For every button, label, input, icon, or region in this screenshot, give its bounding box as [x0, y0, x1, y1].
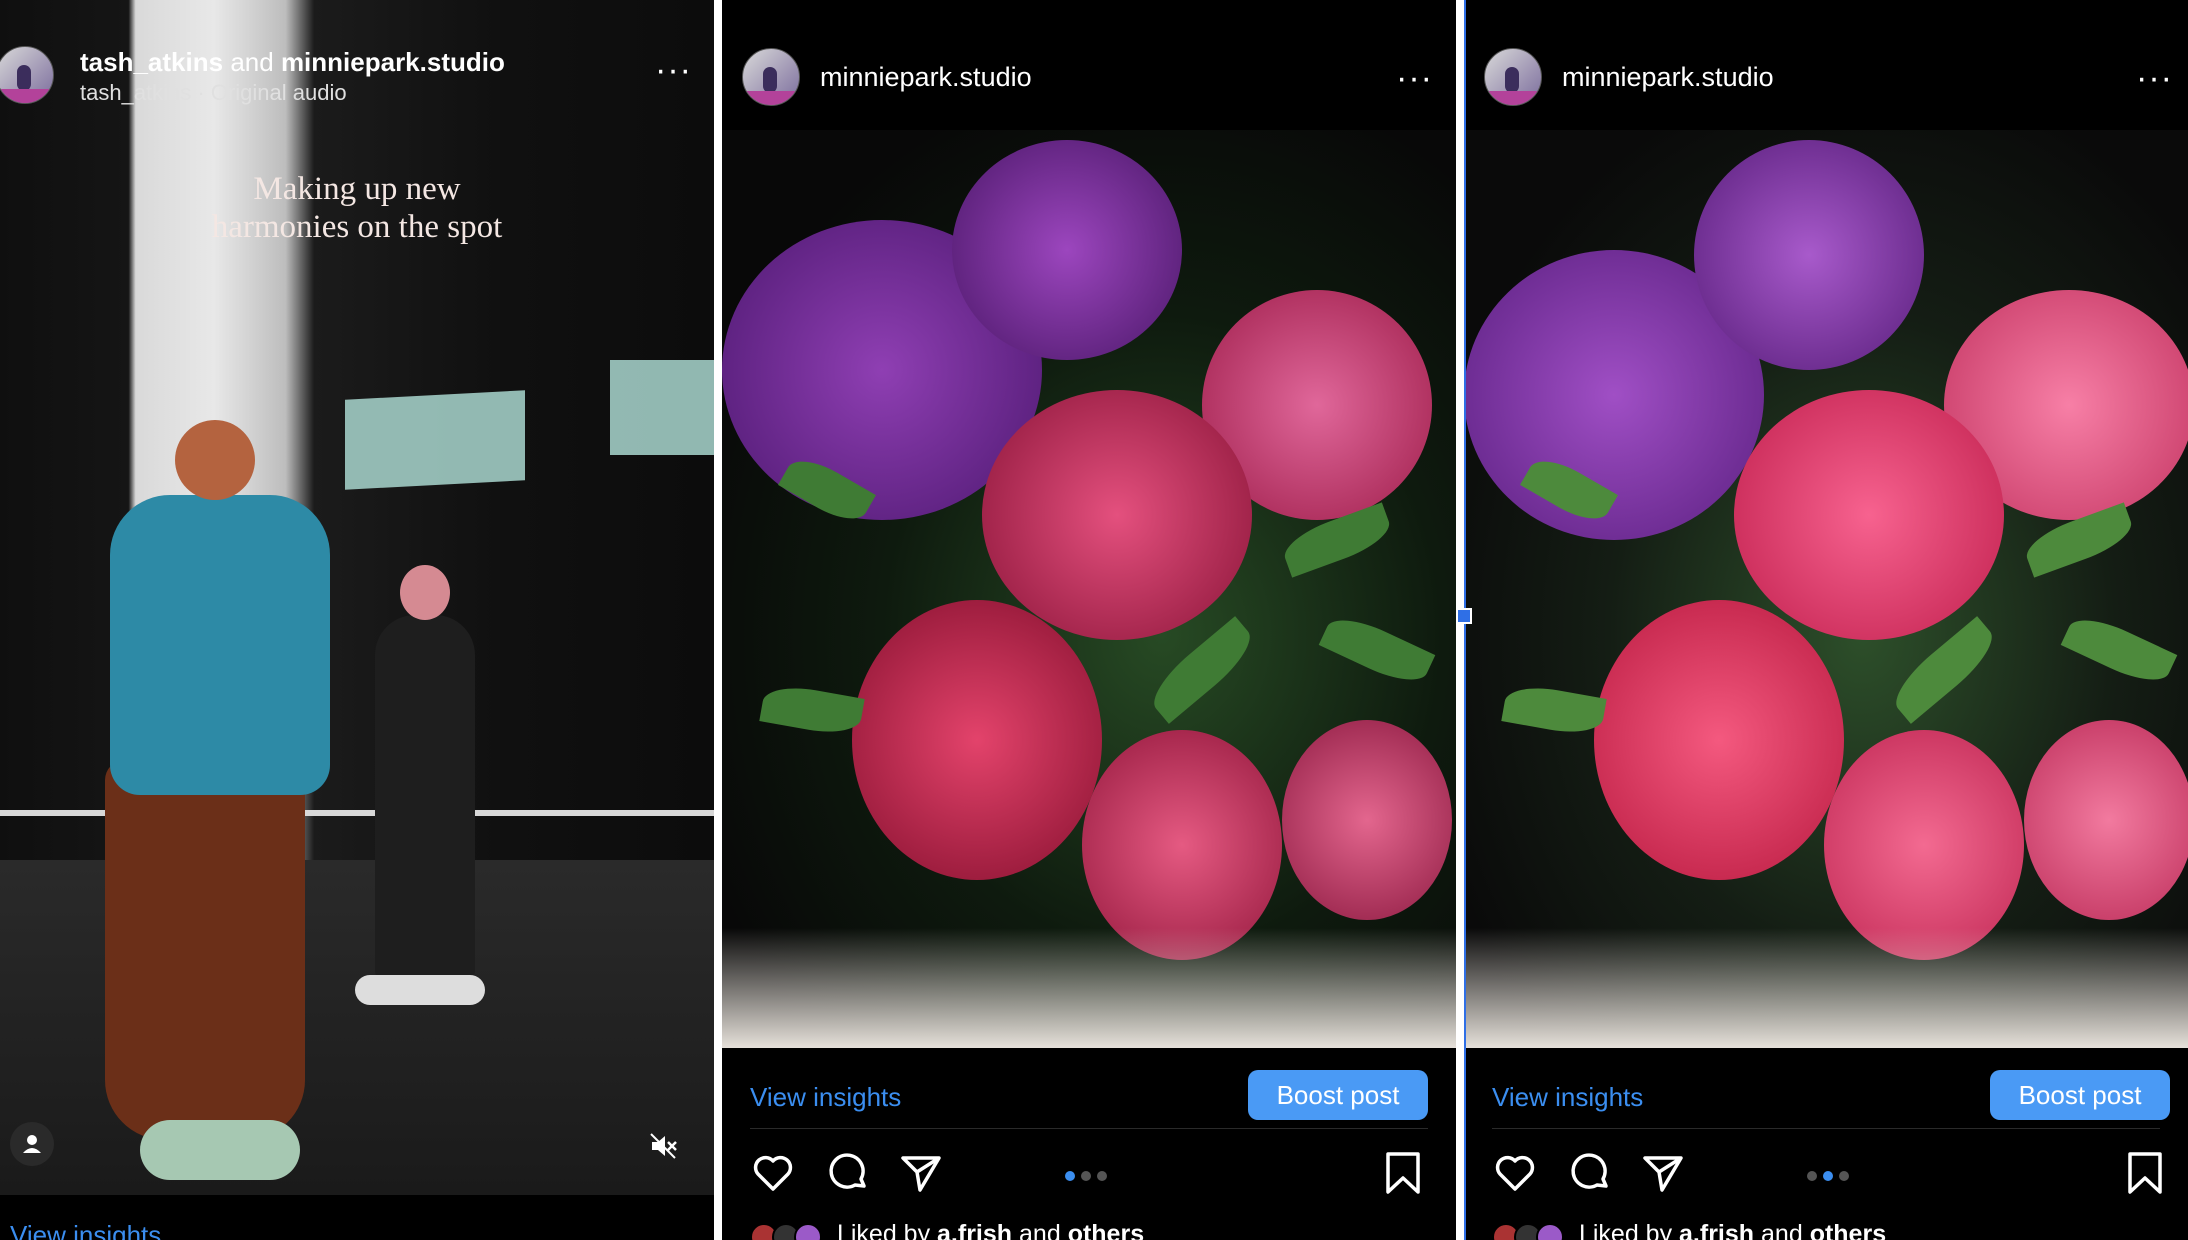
avatar[interactable] — [0, 46, 54, 104]
post-photo[interactable] — [1464, 130, 2188, 1048]
share-icon[interactable] — [898, 1150, 944, 1196]
reel-usernames[interactable]: tash_atkins and minniepark.studio — [80, 47, 505, 78]
heart-icon[interactable] — [1492, 1150, 1538, 1196]
pink-peony — [1734, 390, 2004, 640]
carousel-indicator — [1062, 1168, 1110, 1186]
insights-row: View insights Boost post — [1464, 1070, 2188, 1126]
caption-line: Making up new — [253, 171, 461, 207]
separator — [1492, 1128, 2160, 1129]
reel-header: tash_atkins and minniepark.studio tash_a… — [0, 40, 714, 110]
pink-peony — [852, 600, 1102, 880]
post-panel-1[interactable]: minniepark.studio ··· View insights Boos… — [722, 0, 1456, 1240]
mute-icon[interactable] — [648, 1131, 678, 1161]
liker-avatars — [1492, 1223, 1572, 1240]
caption-line: harmonies on the spot — [211, 209, 503, 245]
view-insights-link[interactable]: View insights — [1492, 1082, 1643, 1113]
carousel-indicator — [1804, 1168, 1852, 1186]
view-insights-link[interactable]: View insights — [10, 1220, 161, 1240]
more-icon[interactable]: ··· — [655, 53, 692, 87]
separator — [750, 1128, 1428, 1129]
audio-subtitle[interactable]: tash_atkins · Original audio — [80, 80, 347, 106]
liker-avatars — [750, 1223, 830, 1240]
liked-user-link[interactable]: a.frish — [1679, 1220, 1754, 1240]
pink-peony — [2024, 720, 2188, 920]
username-link[interactable]: minniepark.studio — [820, 62, 1032, 93]
divider — [714, 0, 722, 1240]
pink-peony — [1282, 720, 1452, 920]
resize-handle[interactable] — [1456, 608, 1472, 624]
leaf — [759, 681, 865, 739]
post-header: minniepark.studio ··· — [1464, 48, 2188, 114]
liked-and: and — [1761, 1220, 1803, 1240]
post-actions — [722, 1150, 1456, 1210]
listener-figure — [355, 565, 490, 1005]
vase-base — [1464, 928, 2188, 1048]
liked-others-link[interactable]: others — [1810, 1220, 1886, 1240]
leaf — [2060, 608, 2178, 692]
purple-flower — [1694, 140, 1924, 370]
pink-peony — [1082, 730, 1282, 960]
liked-others-link[interactable]: others — [1068, 1220, 1144, 1240]
username-link[interactable]: minniepark.studio — [281, 47, 505, 77]
liked-by-text[interactable]: Liked by a.frish and others — [750, 1220, 1144, 1240]
liked-user-link[interactable]: a.frish — [937, 1220, 1012, 1240]
liked-and: and — [1019, 1220, 1061, 1240]
post-actions — [1464, 1150, 2188, 1210]
username-link[interactable]: tash_atkins — [80, 47, 223, 77]
purple-flower — [952, 140, 1182, 360]
liked-prefix: Liked by — [836, 1220, 931, 1240]
stage-panel — [610, 360, 714, 455]
pink-peony — [1824, 730, 2024, 960]
comment-icon[interactable] — [826, 1150, 872, 1196]
heart-icon[interactable] — [750, 1150, 796, 1196]
boost-post-button[interactable]: Boost post — [1248, 1070, 1428, 1120]
insights-row: View insights Boost post — [722, 1070, 1456, 1126]
post-photo[interactable] — [722, 130, 1456, 1048]
stage-panel — [345, 390, 525, 490]
comment-icon[interactable] — [1568, 1150, 1614, 1196]
view-insights-link[interactable]: View insights — [750, 1082, 901, 1113]
pink-peony — [982, 390, 1252, 640]
bookmark-icon[interactable] — [1380, 1150, 1426, 1196]
pink-peony — [1594, 600, 1844, 880]
more-icon[interactable]: ··· — [1396, 61, 1433, 95]
person-icon[interactable] — [10, 1122, 54, 1166]
leaf — [1318, 608, 1436, 692]
liked-prefix: Liked by — [1578, 1220, 1673, 1240]
post-header: minniepark.studio ··· — [722, 48, 1456, 114]
reel-caption: Making up new harmonies on the spot — [0, 170, 714, 246]
share-icon[interactable] — [1640, 1150, 1686, 1196]
boost-post-button[interactable]: Boost post — [1990, 1070, 2170, 1120]
singer-figure — [100, 420, 330, 1200]
bookmark-icon[interactable] — [2122, 1150, 2168, 1196]
avatar[interactable] — [742, 48, 800, 106]
avatar[interactable] — [1484, 48, 1542, 106]
and-text: and — [230, 47, 274, 77]
username-link[interactable]: minniepark.studio — [1562, 62, 1774, 93]
leaf — [1501, 681, 1607, 739]
more-icon[interactable]: ··· — [2136, 61, 2173, 95]
liked-by-text[interactable]: Liked by a.frish and others — [1492, 1220, 1886, 1240]
post-panel-2[interactable]: minniepark.studio ··· View insights Boos… — [1464, 0, 2188, 1240]
vase-base — [722, 928, 1456, 1048]
reel-panel[interactable]: Making up new harmonies on the spot tash… — [0, 0, 714, 1240]
